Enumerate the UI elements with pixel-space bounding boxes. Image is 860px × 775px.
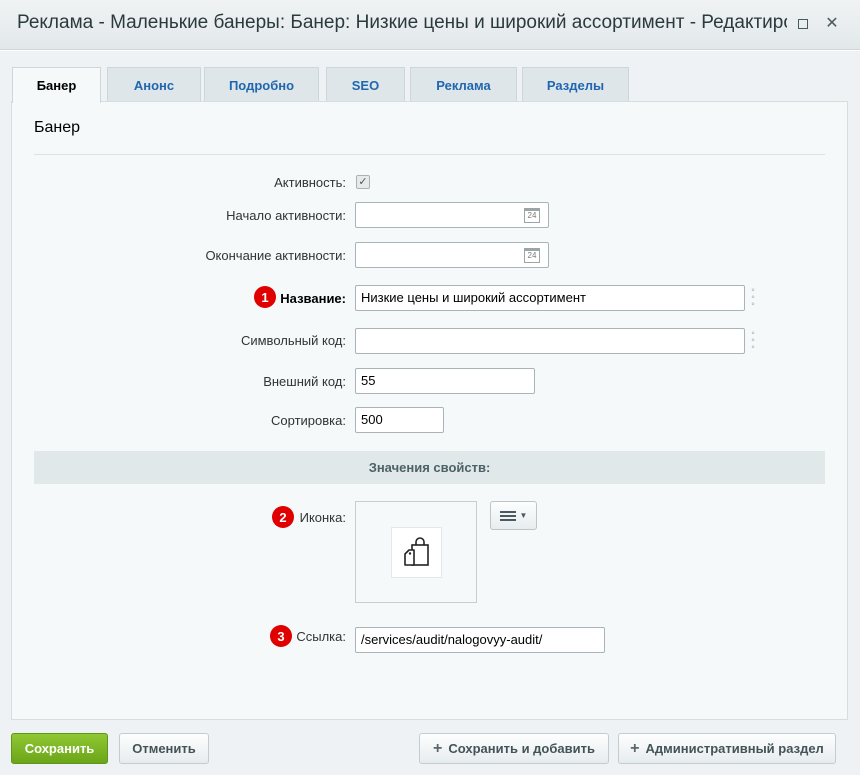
menu-icon	[499, 510, 516, 521]
link-label: Ссылка:	[296, 629, 346, 644]
icon-label: Иконка:	[299, 510, 346, 525]
calendar-icon[interactable]: 24	[524, 208, 540, 223]
panel-title: Банер	[34, 119, 81, 136]
calendar-icon[interactable]: 24	[524, 248, 540, 263]
start-date-label: Начало активности:	[226, 208, 346, 223]
close-icon[interactable]: ✕	[825, 16, 839, 32]
tab-announce[interactable]: Анонс	[107, 67, 201, 102]
admin-section-label: Административный раздел	[645, 741, 824, 756]
tab-details[interactable]: Подробно	[204, 67, 319, 102]
end-date-label: Окончание активности:	[205, 248, 346, 263]
code-input[interactable]	[355, 328, 745, 354]
window-title: Реклама - Маленькие банеры: Банер: Низки…	[17, 12, 787, 33]
plus-icon: +	[433, 739, 443, 757]
shopping-bag-icon[interactable]	[391, 527, 442, 578]
chevron-down-icon: ▼	[519, 511, 528, 520]
sort-label: Сортировка:	[271, 413, 346, 428]
save-and-add-label: Сохранить и добавить	[448, 741, 595, 756]
active-checkbox[interactable]: ✓	[356, 175, 370, 189]
name-input[interactable]: Низкие цены и широкий ассортимент	[355, 285, 745, 311]
translit-icon[interactable]: ◦ ◦ ◦	[747, 286, 759, 310]
tab-sections[interactable]: Разделы	[522, 67, 629, 102]
properties-header: Значения свойств:	[34, 451, 825, 484]
maximize-icon[interactable]	[796, 17, 810, 31]
save-and-add-button[interactable]: + Сохранить и добавить	[419, 733, 609, 764]
external-code-input[interactable]: 55	[355, 368, 535, 394]
tab-banner[interactable]: Банер	[12, 67, 101, 103]
plus-icon: +	[630, 739, 640, 757]
image-menu-button[interactable]: ▼	[490, 501, 537, 530]
external-code-label: Внешний код:	[263, 374, 346, 389]
tab-seo[interactable]: SEO	[326, 67, 405, 102]
end-date-input[interactable]	[355, 242, 549, 268]
name-label: Название:	[280, 291, 346, 306]
cancel-button[interactable]: Отменить	[119, 733, 209, 764]
active-label: Активность:	[274, 175, 346, 190]
admin-section-button[interactable]: + Административный раздел	[618, 733, 836, 764]
divider	[34, 154, 825, 155]
save-button[interactable]: Сохранить	[11, 733, 108, 764]
tab-advertising[interactable]: Реклама	[410, 67, 517, 102]
start-date-input[interactable]	[355, 202, 549, 228]
code-label: Символьный код:	[240, 333, 346, 348]
translit-icon[interactable]: ◦ ◦ ◦	[747, 329, 759, 353]
link-input[interactable]: /services/audit/nalogovyy-audit/	[355, 627, 605, 653]
window-titlebar: Реклама - Маленькие банеры: Банер: Низки…	[0, 0, 860, 50]
sort-input[interactable]: 500	[355, 407, 444, 433]
